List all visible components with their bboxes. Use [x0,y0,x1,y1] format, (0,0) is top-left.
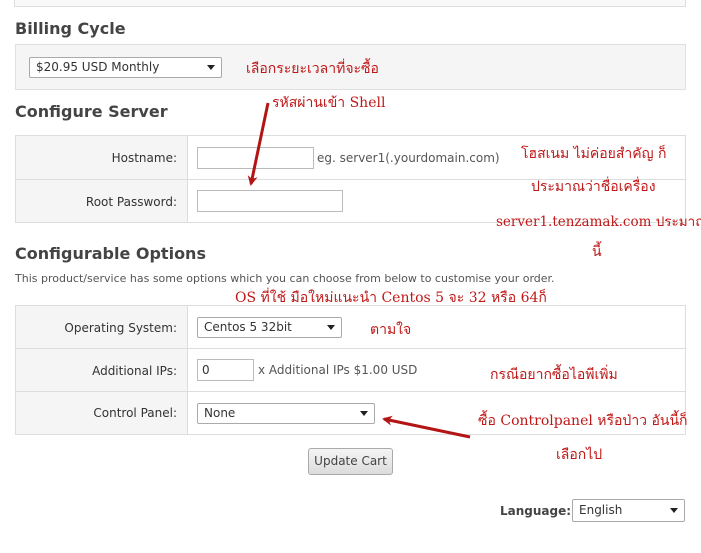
control-panel-label: Control Panel: [93,406,177,420]
additional-ips-hint: x Additional IPs $1.00 USD [258,363,418,377]
chevron-down-icon [360,411,368,416]
additional-ips-label-cell: Additional IPs: [16,349,188,392]
hostname-input[interactable] [197,147,314,169]
operating-system-label-cell: Operating System: [16,306,188,348]
language-select[interactable]: English [572,499,685,522]
annotation-shell-password: รหัสผ่านเข้า Shell [272,95,386,111]
configure-server-title: Configure Server [15,102,168,121]
operating-system-label: Operating System: [64,321,177,335]
root-password-label: Root Password: [85,195,177,209]
annotation-ips: กรณีอยากซื้อไอพีเพิ่ม [490,367,618,383]
annotation-hostname-line3: server1.tenzamak.com ประมาณ [496,214,701,230]
billing-cycle-title: Billing Cycle [15,19,126,38]
control-panel-select[interactable]: None [197,403,375,424]
additional-ips-label: Additional IPs: [92,364,177,378]
hostname-label: Hostname: [111,151,177,165]
chevron-down-icon [327,325,335,330]
previous-section-box [14,0,686,7]
control-panel-label-cell: Control Panel: [16,392,188,434]
annotation-billing-text: เลือกระยะเวลาที่จะซื้อ [246,61,379,77]
hostname-hint: eg. server1(.yourdomain.com) [317,151,500,165]
update-cart-button[interactable]: Update Cart [308,448,393,475]
chevron-down-icon [670,508,678,513]
billing-cycle-select[interactable]: $20.95 USD Monthly [29,57,222,78]
annotation-hostname-line2: ประมาณว่าชื่อเครื่อง [531,179,656,195]
additional-ips-input[interactable]: 0 [197,359,254,381]
operating-system-selected: Centos 5 32bit [204,320,292,334]
operating-system-select[interactable]: Centos 5 32bit [197,317,342,338]
billing-cycle-selected: $20.95 USD Monthly [36,60,160,74]
hostname-label-cell: Hostname: [16,136,188,179]
control-panel-selected: None [204,406,236,420]
configurable-options-description: This product/service has some options wh… [15,272,555,285]
operating-system-row: Operating System: Centos 5 32bit [16,306,685,348]
annotation-panel-line1: ซื้อ Controlpanel หรือป่าว อันนี้ก็ [478,413,688,429]
annotation-hostname-line1: โฮสเนม ไม่ค่อยสำคัญ ก็ [521,146,667,162]
annotation-os-line2: ตามใจ [370,322,412,338]
root-password-label-cell: Root Password: [16,180,188,222]
annotation-hostname-line4: นี้ [592,244,602,260]
root-password-input[interactable] [197,190,343,212]
chevron-down-icon [207,65,215,70]
language-label: Language: [500,504,572,518]
annotation-panel-line2: เลือกไป [556,447,603,463]
configurable-options-title: Configurable Options [15,244,206,263]
language-selected: English [579,503,623,517]
